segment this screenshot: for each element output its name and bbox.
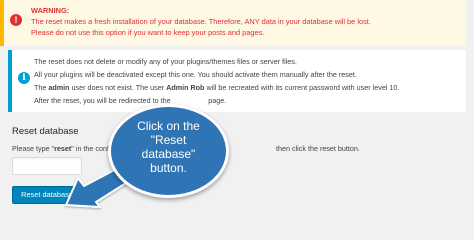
callout-line-2: "Reset	[150, 133, 187, 147]
callout-line-4: button.	[150, 161, 187, 175]
arrow-icon	[65, 165, 135, 208]
callout-line-1: Click on the	[137, 119, 200, 133]
callout-line-3: database"	[141, 147, 196, 161]
callout-bubble: Click on the "Reset database" button.	[108, 104, 229, 198]
